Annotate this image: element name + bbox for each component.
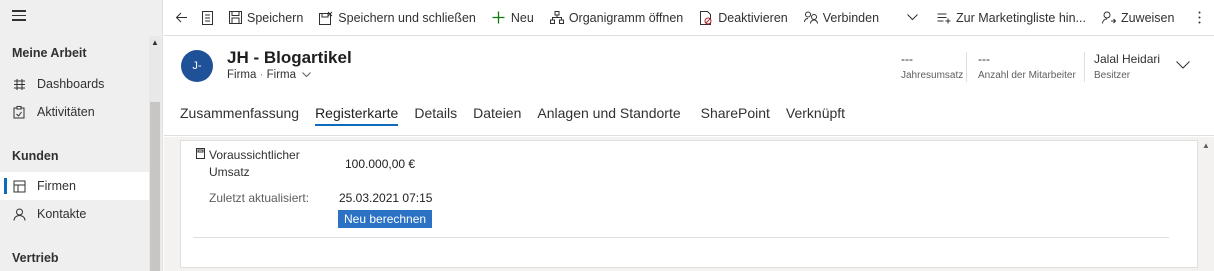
more-vertical-icon <box>1192 11 1206 25</box>
form-view-button[interactable] <box>194 0 220 36</box>
tab-dateien[interactable]: Dateien <box>473 100 521 126</box>
sidebar-item-kontakte[interactable]: Kontakte <box>0 200 149 228</box>
back-button[interactable] <box>164 0 194 36</box>
sidebar-group-vertrieb: Vertrieb <box>12 251 59 265</box>
tab-zusammenfassung[interactable]: Zusammenfassung <box>180 100 299 126</box>
form-section: Voraussichtlicher Umsatz 100.000,00 € Zu… <box>180 140 1198 268</box>
command-bar: Speichern Speichern und schließen Neu Or… <box>164 0 1214 36</box>
save-icon <box>228 11 242 25</box>
tab-details[interactable]: Details <box>414 100 457 126</box>
kpi-divider <box>966 52 967 82</box>
last-updated-label: Zuletzt aktualisiert: <box>209 191 310 205</box>
sidebar-group-kunden: Kunden <box>12 149 59 163</box>
more-commands-button[interactable] <box>1182 0 1214 36</box>
assign-icon <box>1101 11 1116 25</box>
section-divider <box>193 237 1169 238</box>
save-label: Speichern <box>247 10 304 25</box>
estimated-revenue-label: Voraussichtlicher Umsatz <box>209 147 300 181</box>
scroll-up-icon[interactable]: ▲ <box>1202 141 1210 150</box>
activities-icon <box>12 105 26 119</box>
save-button[interactable]: Speichern <box>220 0 311 36</box>
sidebar-item-firmen[interactable]: Firmen <box>0 172 149 200</box>
deactivate-icon <box>699 10 713 25</box>
kpi-label: Besitzer <box>1094 70 1131 81</box>
form-content: Voraussichtlicher Umsatz 100.000,00 € Zu… <box>164 137 1214 271</box>
sidebar-group-meine-arbeit: Meine Arbeit <box>12 46 87 60</box>
label-line: Umsatz <box>209 165 250 179</box>
accounts-icon <box>12 179 26 193</box>
deactivate-label: Deaktivieren <box>718 10 788 25</box>
sidebar-item-label: Aktivitäten <box>37 105 95 119</box>
scroll-up-icon[interactable]: ▲ <box>151 38 159 47</box>
connect-label: Verbinden <box>822 10 880 25</box>
owner-link[interactable]: Jalal Heidari <box>1094 52 1160 66</box>
org-chart-icon <box>549 11 564 25</box>
header-expand-button[interactable] <box>1176 58 1190 72</box>
save-close-icon <box>319 11 333 25</box>
tab-anlagen-und-standorte[interactable]: Anlagen und Standorte <box>537 100 680 126</box>
deactivate-button[interactable]: Deaktivieren <box>691 0 795 36</box>
kpi-value: --- <box>978 52 990 66</box>
record-title: JH - Blogartikel <box>227 48 352 67</box>
kpi-annual-revenue: --- Jahresumsatz <box>901 52 963 81</box>
chevron-down-icon <box>1176 61 1190 69</box>
connect-dropdown-button[interactable] <box>895 0 929 36</box>
add-to-marketing-list-button[interactable]: Zur Marketingliste hin... <box>929 0 1094 36</box>
chevron-down-icon <box>905 11 919 25</box>
new-button[interactable]: Neu <box>484 0 542 36</box>
contact-icon <box>12 207 26 221</box>
kpi-divider <box>1084 52 1085 82</box>
record-header: J- JH - Blogartikel Firma · Firma --- Ja… <box>164 36 1214 136</box>
sidebar-item-label: Kontakte <box>37 207 87 221</box>
save-close-label: Speichern und schließen <box>338 10 476 25</box>
subtitle-separator: · <box>259 69 267 81</box>
form-icon <box>200 10 214 25</box>
label-line: Voraussichtlicher <box>209 148 300 162</box>
plus-icon <box>492 11 506 25</box>
tab-verknuepft[interactable]: Verknüpft <box>786 100 845 126</box>
content-scrollbar[interactable]: ▲ <box>1198 137 1214 271</box>
org-chart-button[interactable]: Organigramm öffnen <box>542 0 691 36</box>
entity-name: Firma <box>227 69 257 81</box>
org-chart-label: Organigramm öffnen <box>568 10 684 25</box>
hamburger-menu-icon[interactable] <box>12 10 26 22</box>
sidebar-scroll-thumb[interactable] <box>150 102 160 271</box>
kpi-label: Jahresumsatz <box>901 70 964 81</box>
marketing-list-icon <box>937 11 951 25</box>
new-label: Neu <box>510 10 534 25</box>
save-and-close-button[interactable]: Speichern und schließen <box>311 0 484 36</box>
sidebar-scrollbar[interactable]: ▲ <box>149 36 161 271</box>
sidebar-item-label: Dashboards <box>37 77 105 91</box>
sidebar-item-dashboards[interactable]: Dashboards <box>0 70 149 98</box>
last-updated-value: 25.03.2021 07:15 <box>339 191 433 205</box>
kpi-owner: Jalal Heidari Besitzer <box>1094 52 1160 81</box>
sidebar-item-label: Firmen <box>37 179 76 193</box>
tab-sharepoint[interactable]: SharePoint <box>701 100 770 126</box>
connect-icon <box>803 11 818 25</box>
sitemap-sidebar: Meine Arbeit Dashboards Aktivitäten Kund… <box>0 0 163 271</box>
estimated-revenue-value[interactable]: 100.000,00 € <box>345 157 415 171</box>
kpi-value: --- <box>901 52 913 66</box>
tab-registerkarte[interactable]: Registerkarte <box>315 100 399 126</box>
dashboard-icon <box>12 77 26 91</box>
avatar: J- <box>181 50 213 82</box>
assign-label: Zuweisen <box>1120 10 1175 25</box>
record-subtitle: Firma · Firma <box>227 69 312 81</box>
chevron-down-icon <box>302 72 312 78</box>
form-selector[interactable]: Firma <box>267 69 312 81</box>
form-tabs: Zusammenfassung Registerkarte Details Da… <box>180 100 861 130</box>
connect-button[interactable]: Verbinden <box>796 0 887 36</box>
back-arrow-icon <box>174 11 188 25</box>
assign-button[interactable]: Zuweisen <box>1094 0 1183 36</box>
form-name: Firma <box>266 69 297 81</box>
sidebar-item-aktivitaeten[interactable]: Aktivitäten <box>0 98 149 126</box>
calculator-icon <box>196 148 205 159</box>
kpi-label: Anzahl der Mitarbeiter <box>978 70 1076 81</box>
kpi-employee-count: --- Anzahl der Mitarbeiter <box>978 52 1076 81</box>
marketing-list-label: Zur Marketingliste hin... <box>956 10 1086 25</box>
recalculate-button[interactable]: Neu berechnen <box>338 210 433 228</box>
